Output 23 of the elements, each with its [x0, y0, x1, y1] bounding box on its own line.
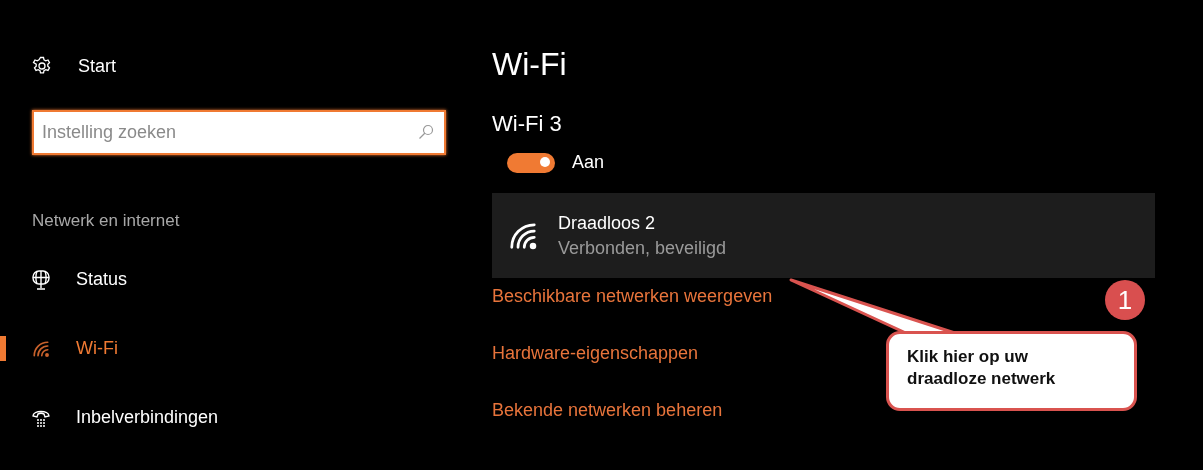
settings-link[interactable]: Bekende netwerken beheren	[492, 399, 723, 421]
settings-link[interactable]: Beschikbare netwerken weergeven	[492, 285, 773, 307]
nav-item[interactable]: Inbelverbindingen	[0, 383, 460, 452]
search-field[interactable]: Instelling zoeken	[32, 110, 446, 155]
network-name: Draadloos 2	[558, 212, 657, 234]
adapter-title: Wi-Fi 3	[492, 110, 562, 138]
step-badge: 1	[1105, 280, 1145, 320]
globe-monitor-icon	[32, 269, 50, 290]
nav-item[interactable]: Wi-Fi	[0, 314, 460, 383]
wifi-icon	[508, 220, 538, 251]
toggle-switch[interactable]	[507, 152, 555, 173]
toggle-label: Aan	[572, 152, 605, 173]
wifi-icon	[32, 339, 50, 358]
page-title: Wi-Fi	[492, 45, 567, 84]
selection-indicator	[0, 336, 6, 361]
network-item[interactable]: Draadloos 2 Verbonden, beveiligd	[492, 193, 1155, 278]
network-status: Verbonden, beveiligd	[558, 237, 727, 259]
search-icon	[418, 124, 434, 140]
settings-link[interactable]: Hardware-eigenschappen	[492, 342, 699, 364]
settings-icon[interactable]	[32, 56, 52, 76]
home-link[interactable]: Start	[78, 55, 116, 77]
section-title: Netwerk en internet	[32, 211, 180, 231]
nav-item[interactable]: Status	[0, 245, 460, 314]
